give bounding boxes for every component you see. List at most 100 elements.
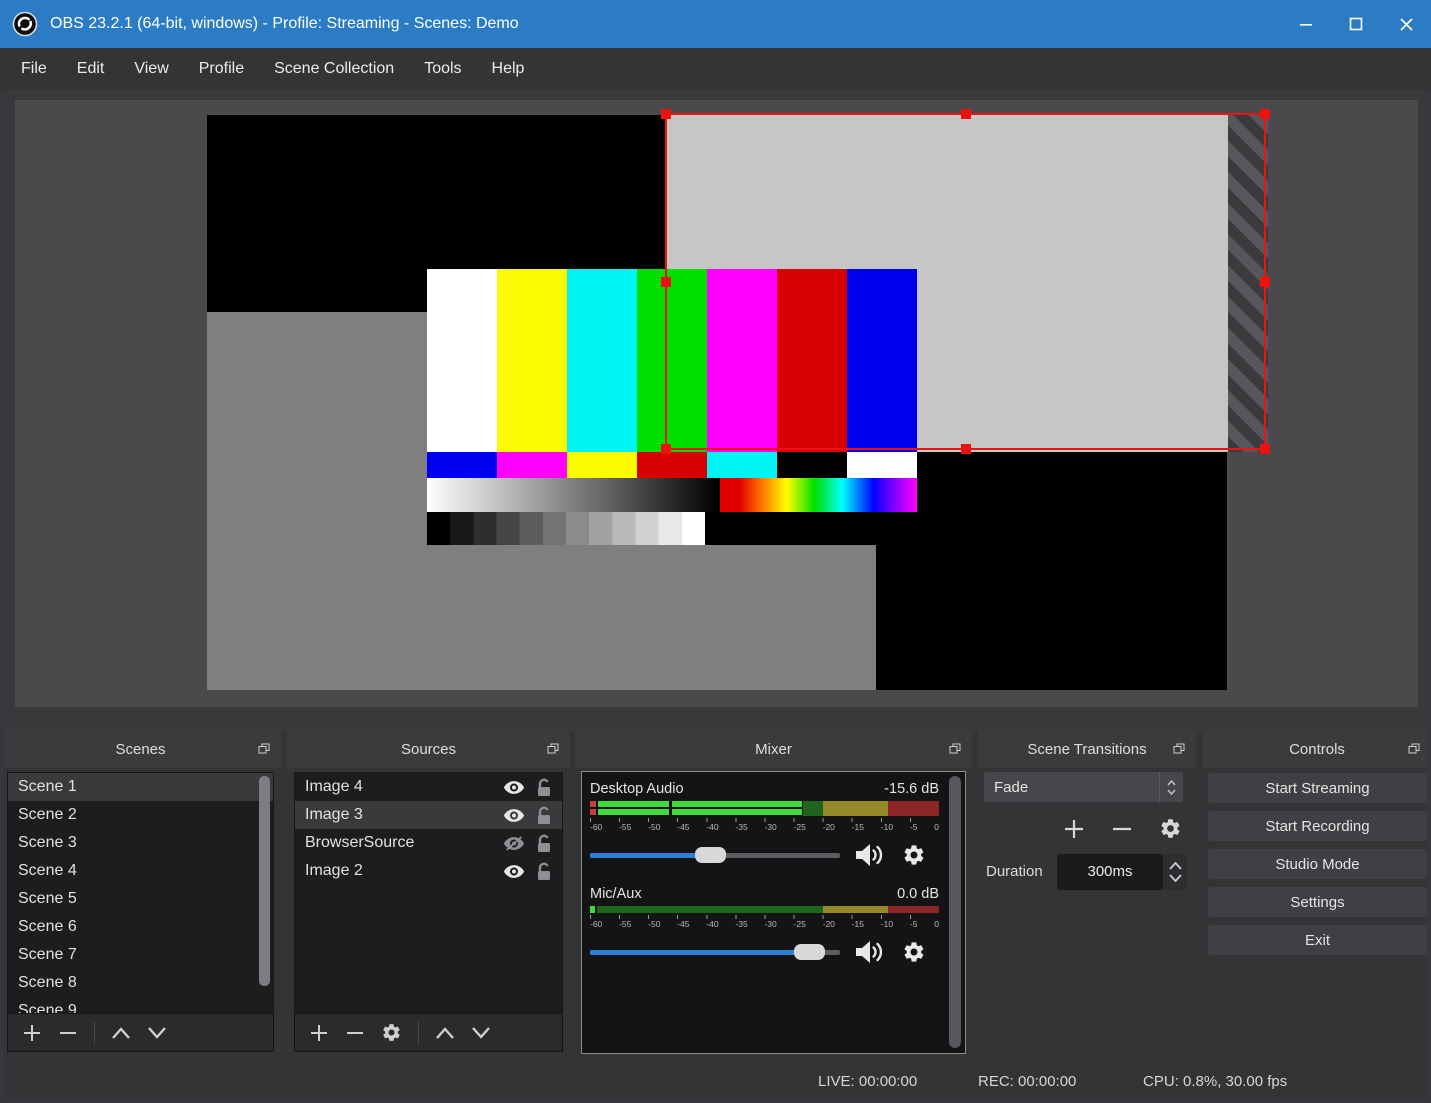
selection-handle-tr[interactable] bbox=[1260, 109, 1270, 119]
start-streaming-button[interactable]: Start Streaming bbox=[1208, 773, 1427, 803]
controls-dock-icon[interactable] bbox=[1408, 743, 1420, 755]
tick-label: -20 bbox=[822, 919, 835, 929]
scene-row[interactable]: Scene 7 bbox=[8, 941, 273, 969]
remove-source-button[interactable] bbox=[345, 1023, 365, 1043]
visibility-eye-icon[interactable] bbox=[503, 808, 525, 823]
transitions-dock-icon[interactable] bbox=[1173, 743, 1185, 755]
tick-label: -40 bbox=[706, 919, 719, 929]
lock-open-icon[interactable] bbox=[535, 778, 552, 797]
scene-row[interactable]: Scene 3 bbox=[8, 829, 273, 857]
move-scene-up-button[interactable] bbox=[111, 1026, 131, 1040]
sources-toolbar bbox=[295, 1013, 562, 1051]
transition-select-spinner[interactable] bbox=[1159, 772, 1183, 802]
source-label: BrowserSource bbox=[305, 834, 415, 851]
scene-label: Scene 1 bbox=[18, 778, 77, 795]
menu-scene-collection[interactable]: Scene Collection bbox=[259, 48, 409, 90]
move-source-down-button[interactable] bbox=[471, 1026, 491, 1040]
mic-volume-slider[interactable] bbox=[590, 943, 840, 960]
scene-row[interactable]: Scene 2 bbox=[8, 801, 273, 829]
transition-select[interactable]: Fade bbox=[984, 772, 1183, 802]
mixer-dock-icon[interactable] bbox=[949, 743, 961, 755]
desktop-mixer-gear-icon[interactable] bbox=[902, 843, 926, 867]
scenes-scrollbar[interactable] bbox=[259, 776, 270, 986]
sources-dock-icon[interactable] bbox=[547, 743, 559, 755]
menu-help[interactable]: Help bbox=[477, 48, 540, 90]
start-recording-button[interactable]: Start Recording bbox=[1208, 811, 1427, 841]
move-source-up-button[interactable] bbox=[435, 1026, 455, 1040]
mic-mixer-gear-icon[interactable] bbox=[902, 940, 926, 964]
window-title: OBS 23.2.1 (64-bit, windows) - Profile: … bbox=[50, 15, 519, 32]
minimize-button[interactable] bbox=[1281, 0, 1331, 48]
add-transition-button[interactable] bbox=[1063, 818, 1085, 840]
lock-open-icon[interactable] bbox=[535, 834, 552, 853]
visibility-eye-off-icon[interactable] bbox=[503, 835, 525, 851]
add-source-button[interactable] bbox=[309, 1023, 329, 1043]
duration-row: Duration 300ms bbox=[986, 853, 1187, 890]
source-row[interactable]: Image 2 bbox=[295, 857, 562, 885]
desktop-volume-slider[interactable] bbox=[590, 846, 840, 863]
window-controls bbox=[1281, 0, 1431, 48]
sources-title: Sources bbox=[400, 741, 457, 758]
source-properties-gear-icon[interactable] bbox=[381, 1022, 402, 1043]
test-pattern-steps bbox=[427, 512, 917, 545]
menu-file[interactable]: File bbox=[6, 48, 62, 90]
scene-row[interactable]: Scene 6 bbox=[8, 913, 273, 941]
exit-button[interactable]: Exit bbox=[1208, 925, 1427, 955]
preview-canvas[interactable] bbox=[15, 100, 1418, 707]
maximize-button[interactable] bbox=[1331, 0, 1381, 48]
selection-handle-bl[interactable] bbox=[661, 444, 671, 454]
studio-mode-button[interactable]: Studio Mode bbox=[1208, 849, 1427, 879]
duration-value[interactable]: 300ms bbox=[1057, 853, 1163, 890]
duration-spin-buttons[interactable] bbox=[1163, 853, 1187, 890]
move-scene-down-button[interactable] bbox=[147, 1026, 167, 1040]
menu-edit[interactable]: Edit bbox=[62, 48, 120, 90]
desktop-speaker-icon[interactable] bbox=[854, 842, 884, 868]
add-scene-button[interactable] bbox=[22, 1023, 42, 1043]
selection-handle-bm[interactable] bbox=[960, 444, 971, 454]
visibility-eye-icon[interactable] bbox=[503, 864, 525, 879]
selection-handle-mr[interactable] bbox=[1260, 276, 1270, 287]
scenes-panel: Scenes Scene 1 Scene 2 Scene 3 Scene 4 S… bbox=[0, 731, 281, 1060]
selection-handle-tm[interactable] bbox=[960, 109, 971, 119]
tick-label: -55 bbox=[619, 919, 632, 929]
mixer-scrollbar[interactable] bbox=[949, 776, 961, 1048]
scene-row[interactable]: Scene 8 bbox=[8, 969, 273, 997]
scene-row[interactable]: Scene 1 bbox=[8, 773, 273, 801]
selection-handle-ml[interactable] bbox=[661, 276, 671, 287]
menu-view[interactable]: View bbox=[119, 48, 183, 90]
scene-row[interactable]: Scene 4 bbox=[8, 857, 273, 885]
lock-open-icon[interactable] bbox=[535, 806, 552, 825]
settings-button[interactable]: Settings bbox=[1208, 887, 1427, 917]
source-rect-black-bottom[interactable] bbox=[876, 452, 1227, 690]
duration-spinbox[interactable]: 300ms bbox=[1057, 853, 1187, 890]
transition-properties-gear-icon[interactable] bbox=[1159, 817, 1182, 840]
scenes-dock-icon[interactable] bbox=[258, 743, 270, 755]
selection-handle-tl[interactable] bbox=[661, 109, 671, 119]
mic-volume-handle[interactable] bbox=[794, 943, 825, 960]
remove-scene-button[interactable] bbox=[58, 1023, 78, 1043]
source-row[interactable]: Image 4 bbox=[295, 773, 562, 801]
selection-box[interactable] bbox=[661, 109, 1270, 454]
visibility-eye-icon[interactable] bbox=[503, 780, 525, 795]
tick-label: -10 bbox=[880, 822, 894, 832]
scene-row[interactable]: Scene 9 bbox=[8, 997, 273, 1013]
source-row[interactable]: BrowserSource bbox=[295, 829, 562, 857]
desktop-volume-handle[interactable] bbox=[695, 846, 726, 863]
transitions-title: Scene Transitions bbox=[1027, 741, 1147, 758]
remove-transition-button[interactable] bbox=[1111, 818, 1133, 840]
selection-handle-br[interactable] bbox=[1260, 444, 1270, 454]
mixer-header: Mixer bbox=[575, 731, 972, 768]
sources-list: Image 4 Image 3 BrowserSource Image 2 bbox=[294, 772, 563, 1052]
sources-panel: Sources Image 4 Image 3 BrowserSource Im… bbox=[287, 731, 570, 1060]
source-row[interactable]: Image 3 bbox=[295, 801, 562, 829]
tick-label: -45 bbox=[677, 822, 690, 832]
window-edge-bottom bbox=[0, 1099, 1431, 1103]
close-button[interactable] bbox=[1381, 0, 1431, 48]
scenes-title: Scenes bbox=[115, 741, 166, 758]
scene-row[interactable]: Scene 5 bbox=[8, 885, 273, 913]
menu-profile[interactable]: Profile bbox=[184, 48, 259, 90]
mic-speaker-icon[interactable] bbox=[854, 939, 884, 965]
lock-open-icon[interactable] bbox=[535, 862, 552, 881]
scenes-toolbar bbox=[8, 1013, 273, 1051]
menu-tools[interactable]: Tools bbox=[409, 48, 476, 90]
